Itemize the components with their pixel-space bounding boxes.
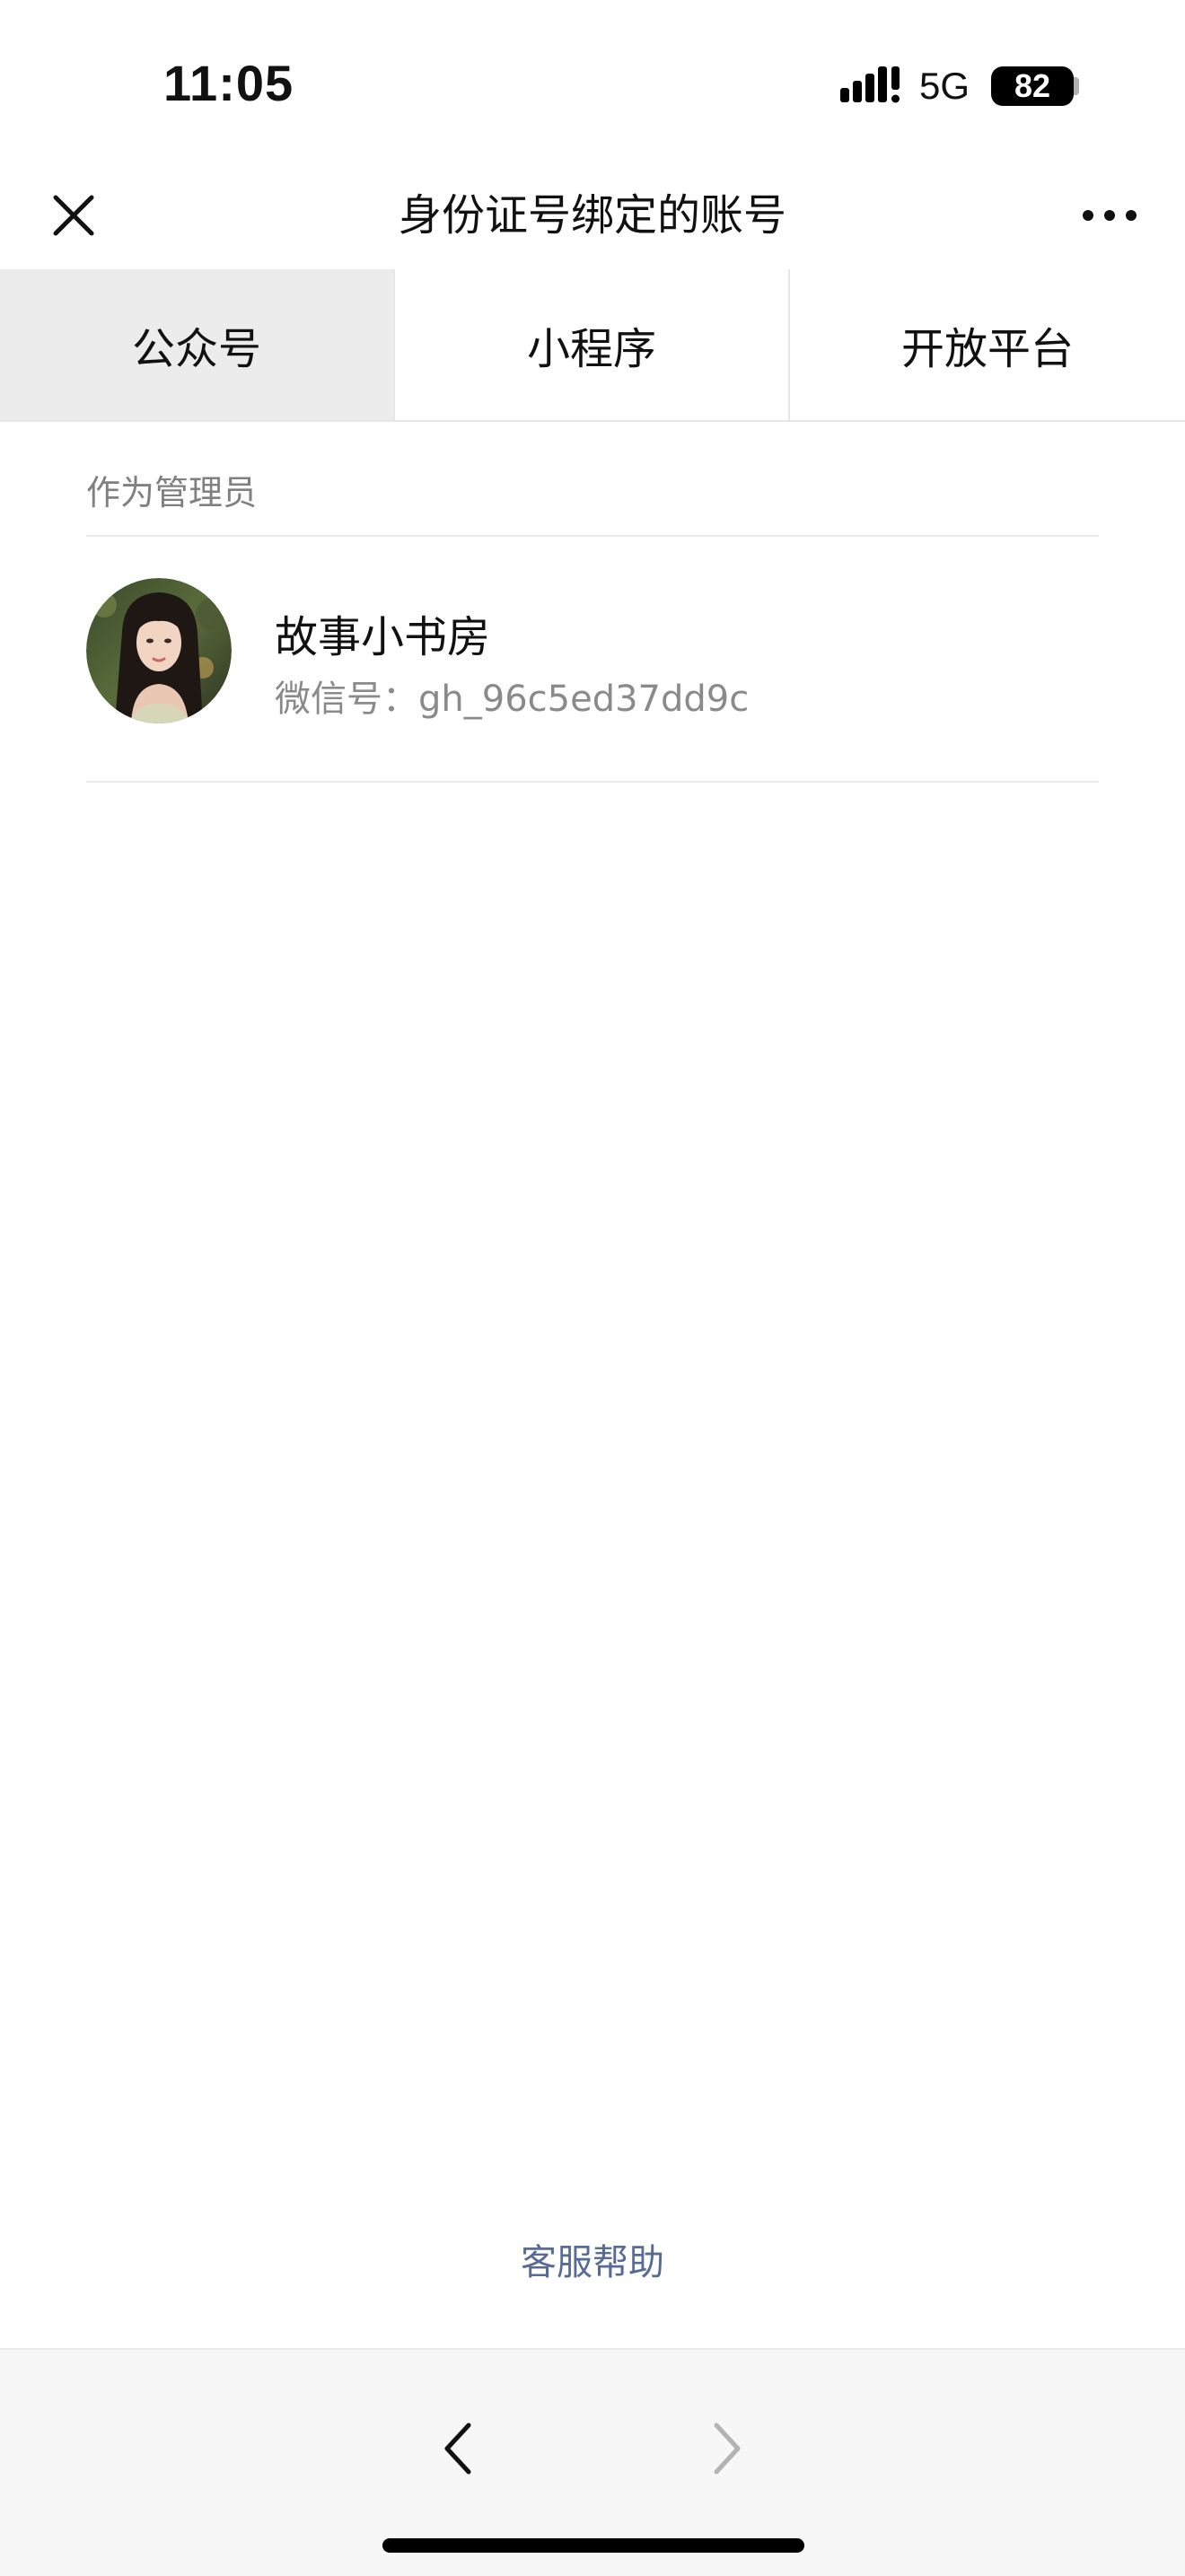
close-icon[interactable] [40, 181, 108, 250]
account-list-item[interactable]: 故事小书房 微信号：gh_96c5ed37dd9c [86, 539, 1099, 781]
section-header: 作为管理员 [86, 473, 258, 513]
page-title: 身份证号绑定的账号 [398, 190, 786, 241]
customer-service-help-link[interactable]: 客服帮助 [413, 2233, 772, 2285]
nav-bar: 身份证号绑定的账号 [0, 162, 1185, 269]
battery-icon: 82 [991, 66, 1074, 106]
more-dots-icon[interactable] [1074, 188, 1146, 242]
tab-official-account[interactable]: 公众号 [0, 269, 395, 420]
chevron-right-icon[interactable] [691, 2413, 763, 2484]
chevron-left-icon[interactable] [422, 2413, 494, 2484]
account-avatar [86, 578, 232, 723]
bottom-toolbar [0, 2348, 1185, 2576]
status-time: 11:05 [163, 55, 294, 111]
account-name: 故事小书房 [275, 612, 491, 662]
tab-mini-program[interactable]: 小程序 [395, 269, 790, 420]
tab-open-platform[interactable]: 开放平台 [790, 269, 1185, 420]
tab-bar: 公众号 小程序 开放平台 [0, 269, 1185, 422]
status-bar: 11:05 5G 82 [0, 0, 1185, 162]
battery-level: 82 [1014, 67, 1051, 104]
section-divider [86, 535, 1099, 537]
home-indicator[interactable] [382, 2538, 804, 2553]
network-label: 5G [919, 65, 970, 107]
list-divider [86, 781, 1099, 783]
signal-icon [840, 66, 900, 103]
account-wechat-id: 微信号：gh_96c5ed37dd9c [275, 679, 750, 720]
battery-cap [1074, 77, 1079, 95]
